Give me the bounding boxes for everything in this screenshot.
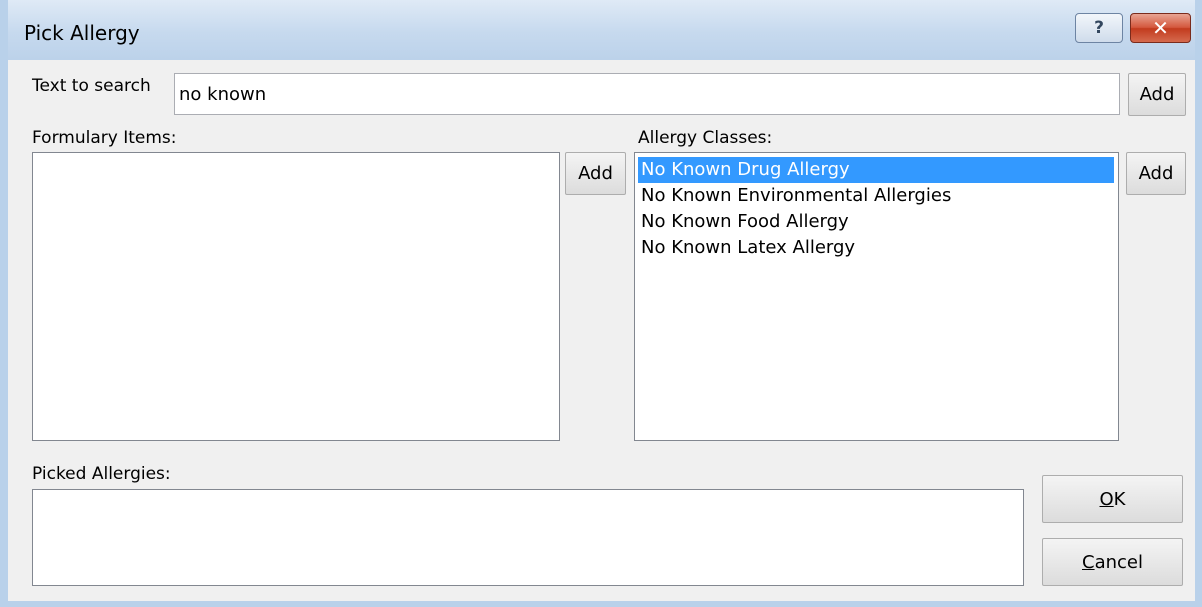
- allergy-classes-add-button[interactable]: Add: [1126, 152, 1186, 195]
- allergy-classes-list[interactable]: No Known Drug Allergy No Known Environmen…: [634, 152, 1119, 441]
- search-input[interactable]: no known: [174, 73, 1120, 115]
- picked-allergies-label: Picked Allergies:: [32, 464, 171, 484]
- search-add-button[interactable]: Add: [1128, 73, 1186, 116]
- allergy-class-item[interactable]: No Known Latex Allergy: [638, 235, 1114, 261]
- formulary-items-label: Formulary Items:: [32, 128, 177, 148]
- cancel-label-rest: ancel: [1094, 551, 1143, 573]
- search-label: Text to search: [32, 76, 151, 96]
- help-button[interactable]: ?: [1075, 13, 1123, 43]
- allergy-classes-add-label: Add: [1138, 163, 1174, 184]
- ok-label-rest: K: [1113, 488, 1126, 510]
- title-bar[interactable]: Pick Allergy ? ✕: [8, 0, 1195, 60]
- allergy-class-item[interactable]: No Known Food Allergy: [638, 209, 1114, 235]
- window-title: Pick Allergy: [24, 21, 140, 45]
- allergy-classes-label: Allergy Classes:: [638, 128, 773, 148]
- picked-allergies-list[interactable]: [32, 489, 1024, 586]
- question-icon: ?: [1094, 18, 1104, 38]
- search-input-value: no known: [179, 84, 267, 105]
- search-add-label: Add: [1139, 84, 1175, 105]
- ok-button[interactable]: OK: [1042, 475, 1183, 523]
- formulary-add-label: Add: [578, 163, 613, 184]
- pick-allergy-dialog: Pick Allergy ? ✕ Text to search no known…: [0, 0, 1202, 607]
- formulary-add-button[interactable]: Add: [565, 152, 626, 195]
- cancel-button[interactable]: Cancel: [1042, 538, 1183, 586]
- close-button[interactable]: ✕: [1130, 13, 1191, 43]
- formulary-items-list[interactable]: [32, 152, 560, 441]
- close-icon: ✕: [1152, 16, 1169, 40]
- ok-mnemonic: O: [1099, 488, 1114, 510]
- cancel-mnemonic: C: [1082, 551, 1095, 573]
- allergy-class-item[interactable]: No Known Drug Allergy: [638, 157, 1114, 183]
- allergy-class-item[interactable]: No Known Environmental Allergies: [638, 183, 1114, 209]
